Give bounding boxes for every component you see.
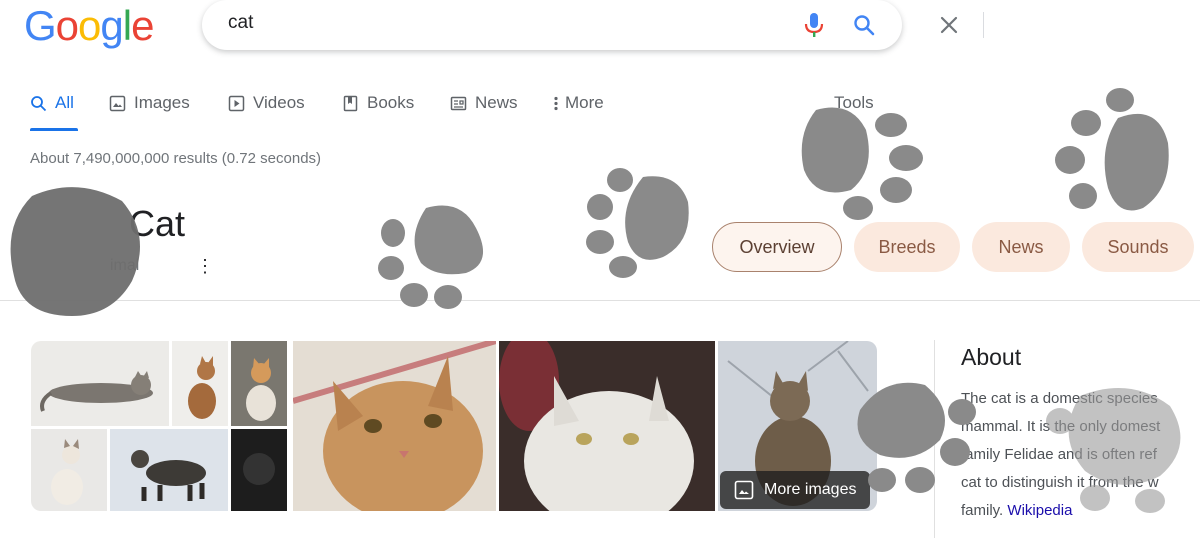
search-icon bbox=[31, 95, 47, 111]
news-icon bbox=[450, 96, 467, 110]
cat-thumbnail[interactable] bbox=[110, 429, 228, 511]
knowledge-menu-button[interactable]: ⋮ bbox=[196, 256, 214, 277]
paw-print-icon bbox=[1046, 388, 1181, 513]
more-images-label: More images bbox=[764, 481, 857, 498]
chip-label: Overview bbox=[739, 236, 815, 257]
chip-sounds[interactable]: Sounds bbox=[1082, 222, 1194, 272]
results-stats: About 7,490,000,000 results (0.72 second… bbox=[30, 150, 322, 167]
logo-letter: l bbox=[122, 2, 132, 49]
paw-smudge-icon bbox=[10, 187, 141, 316]
image-icon bbox=[734, 480, 754, 500]
paw-print-icon bbox=[801, 107, 923, 220]
logo-letter: o bbox=[55, 2, 79, 49]
more-images-button[interactable]: More images bbox=[720, 471, 870, 509]
logo-letter: o bbox=[78, 2, 101, 49]
logo-letter: g bbox=[100, 2, 123, 49]
search-input[interactable]: cat bbox=[228, 12, 253, 34]
tab-label: All bbox=[55, 93, 74, 112]
google-logo[interactable]: Google bbox=[24, 2, 154, 50]
tab-label: Books bbox=[367, 93, 415, 112]
more-vert-icon bbox=[554, 96, 558, 110]
paw-print-icon bbox=[857, 382, 976, 493]
tab-news[interactable]: News bbox=[450, 92, 518, 114]
cat-image[interactable] bbox=[293, 341, 496, 511]
chip-label: News bbox=[998, 236, 1044, 257]
paw-print-icon bbox=[586, 168, 689, 278]
chip-news[interactable]: News bbox=[972, 222, 1070, 272]
logo-letter: e bbox=[131, 2, 154, 49]
cat-thumbnail[interactable] bbox=[231, 341, 287, 426]
tab-label: More bbox=[565, 93, 604, 112]
search-icon[interactable] bbox=[852, 13, 876, 37]
chip-label: Sounds bbox=[1107, 236, 1169, 257]
book-icon bbox=[343, 95, 358, 111]
cat-thumbnail[interactable] bbox=[231, 429, 287, 511]
active-tab-indicator bbox=[30, 128, 78, 131]
image-icon bbox=[109, 95, 126, 111]
play-icon bbox=[228, 95, 245, 111]
mic-icon[interactable] bbox=[803, 11, 825, 39]
logo-letter: G bbox=[24, 2, 57, 49]
tab-more[interactable]: More bbox=[552, 92, 604, 114]
about-heading: About bbox=[961, 344, 1022, 370]
tab-label: Images bbox=[134, 93, 190, 112]
close-icon[interactable] bbox=[937, 13, 961, 37]
paw-print-icon bbox=[378, 205, 484, 309]
section-divider bbox=[0, 300, 1200, 301]
chip-overview[interactable]: Overview bbox=[712, 222, 842, 272]
search-box[interactable]: cat bbox=[202, 0, 984, 50]
chip-label: Breeds bbox=[878, 236, 936, 257]
cat-thumbnail[interactable] bbox=[31, 341, 169, 426]
chip-breeds[interactable]: Breeds bbox=[854, 222, 960, 272]
about-line: family. bbox=[961, 502, 1004, 519]
tab-all[interactable]: All bbox=[30, 92, 74, 114]
search-divider bbox=[983, 12, 984, 38]
cat-thumbnail[interactable] bbox=[31, 429, 107, 511]
tab-label: News bbox=[475, 93, 518, 112]
paw-print-icon bbox=[1055, 88, 1169, 211]
tab-images[interactable]: Images bbox=[109, 92, 190, 114]
tab-label: Videos bbox=[253, 93, 305, 112]
cat-thumbnail[interactable] bbox=[172, 341, 228, 426]
cat-image[interactable] bbox=[499, 341, 715, 511]
tab-books[interactable]: Books bbox=[342, 92, 414, 114]
tab-videos[interactable]: Videos bbox=[228, 92, 305, 114]
